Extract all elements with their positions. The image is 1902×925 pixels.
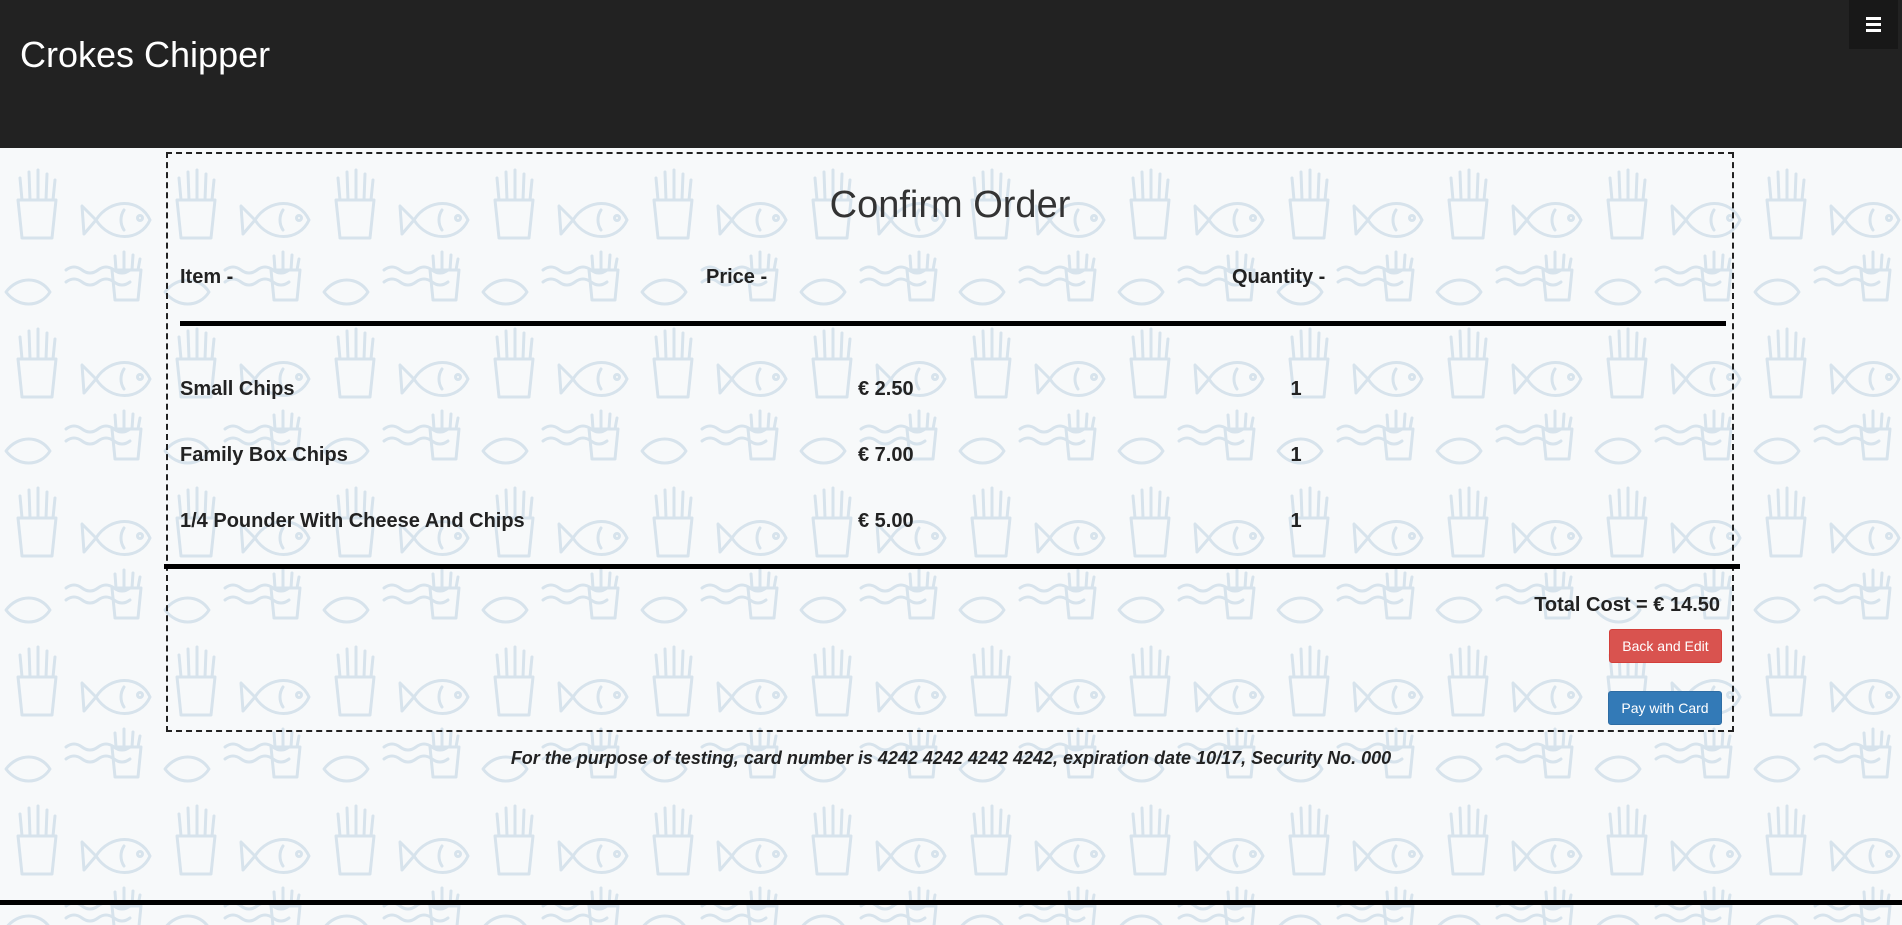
order-item-name: 1/4 Pounder With Cheese And Chips [180,510,525,532]
order-item-name: Family Box Chips [180,444,348,466]
column-header-item: Item - [180,266,234,288]
top-navbar: Crokes Chipper [0,0,1902,148]
order-row: Family Box Chips € 7.00 1 [168,444,1732,474]
footer-divider [0,900,1902,905]
order-item-price: € 5.00 [858,510,914,532]
back-and-edit-button[interactable]: Back and Edit [1609,629,1722,663]
order-item-quantity: 1 [1290,510,1302,532]
test-card-note: For the purpose of testing, card number … [510,748,1392,768]
brand-title[interactable]: Crokes Chipper [20,34,270,76]
menu-toggle-button[interactable] [1849,0,1898,49]
total-cost: Total Cost = € 14.50 [1534,594,1720,616]
order-row: Small Chips € 2.50 1 [168,378,1732,408]
hamburger-menu-icon [1866,17,1881,32]
header-divider [180,321,1726,326]
order-item-price: € 7.00 [858,444,914,466]
confirm-order-panel: Confirm Order Item - Price - Quantity - … [166,152,1734,732]
order-item-quantity: 1 [1290,378,1302,400]
column-header-quantity: Quantity - [1232,266,1326,288]
order-item-quantity: 1 [1290,444,1302,466]
column-header-price: Price - [706,266,768,288]
totals-divider [164,564,1740,569]
order-item-name: Small Chips [180,378,295,400]
pay-with-card-button[interactable]: Pay with Card [1608,691,1722,725]
order-item-price: € 2.50 [858,378,914,400]
order-row: 1/4 Pounder With Cheese And Chips € 5.00… [168,510,1732,540]
page-title: Confirm Order [829,184,1071,226]
